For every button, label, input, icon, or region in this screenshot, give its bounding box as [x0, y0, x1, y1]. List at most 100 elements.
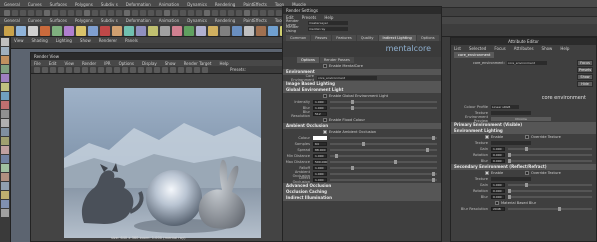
shelf-tool-icon[interactable]	[16, 25, 26, 36]
toolbox-tool-icon[interactable]	[1, 38, 9, 46]
rv-menu-view[interactable]: View	[64, 61, 74, 66]
ao-spread-slider[interactable]	[330, 148, 437, 152]
status-line-icon[interactable]	[76, 9, 82, 16]
ao-colour-slider[interactable]	[330, 136, 437, 140]
toolbox-tool-icon[interactable]	[1, 200, 9, 208]
render-view-tool-icon[interactable]	[170, 66, 176, 73]
shelf-tab-painteffects[interactable]: PaintEffects	[243, 18, 267, 23]
shelf-tab-surfaces[interactable]: Surfaces	[50, 18, 67, 23]
shelf-tool-icon[interactable]	[268, 25, 278, 36]
panel-menu-show[interactable]: Show	[80, 38, 91, 43]
shelf-tool-icon[interactable]	[52, 25, 62, 36]
ae-hide-button[interactable]: Hide	[577, 81, 593, 87]
render-view-tool-icon[interactable]	[178, 66, 184, 73]
lighting-gain-slider[interactable]	[508, 147, 592, 151]
status-line-icon[interactable]	[180, 9, 186, 16]
ao-min-distance-slider[interactable]	[330, 154, 437, 158]
rendered-image[interactable]	[64, 88, 261, 238]
status-line-icon[interactable]	[148, 9, 154, 16]
enable-mentalcore-checkbox[interactable]	[323, 64, 327, 68]
status-line-icon[interactable]	[252, 9, 258, 16]
material-blur-checkbox[interactable]	[495, 201, 499, 205]
toolbox-tool-icon[interactable]	[1, 119, 9, 127]
ao-samples-slider[interactable]	[330, 142, 437, 146]
status-line-icon[interactable]	[4, 9, 10, 16]
render-view-tool-icon[interactable]	[50, 66, 56, 73]
ae-menu-help[interactable]: Help	[560, 46, 569, 51]
ao-max-distance-slider[interactable]	[330, 160, 437, 164]
lighting-override-checkbox[interactable]	[525, 135, 529, 139]
gel-blur-field[interactable]: 1.000	[313, 106, 327, 110]
status-line-icon[interactable]	[20, 9, 26, 16]
panel-menu-lighting[interactable]: Lighting	[56, 38, 72, 43]
shelf-tool-icon[interactable]	[256, 25, 266, 36]
ao-min-distance-field[interactable]: 1.000	[313, 154, 327, 158]
ao-direct-slider[interactable]	[330, 178, 437, 182]
panel-menu-panels[interactable]: Panels	[125, 38, 138, 43]
render-view-tool-icon[interactable]	[202, 66, 208, 73]
status-line-icon[interactable]	[244, 9, 250, 16]
render-view-tool-icon[interactable]	[146, 66, 152, 73]
shelf-tool-icon[interactable]	[76, 25, 86, 36]
menu-polygons[interactable]: Polygons	[75, 2, 93, 7]
gel-blur-slider[interactable]	[330, 106, 437, 110]
toolbox-tool-icon[interactable]	[1, 128, 9, 136]
ae-tab-core-environment[interactable]: core_environment	[454, 52, 495, 58]
render-view-tool-icon[interactable]	[138, 66, 144, 73]
flood-colour-checkbox[interactable]	[323, 118, 327, 122]
rv-menu-ipr[interactable]: IPR	[104, 61, 110, 66]
menu-subdiv-s[interactable]: Subdiv s	[101, 2, 118, 7]
ao-colour-swatch[interactable]	[313, 136, 327, 140]
shelf-tool-icon[interactable]	[160, 25, 170, 36]
secondary-texture-field[interactable]	[491, 177, 531, 181]
render-view-tool-icon[interactable]	[106, 66, 112, 73]
shelf-tab-subdiv-s[interactable]: Subdiv s	[101, 18, 118, 23]
shelf-tool-icon[interactable]	[112, 25, 122, 36]
rv-menu-help[interactable]: Help	[219, 61, 228, 66]
lighting-enable-checkbox[interactable]	[485, 135, 489, 139]
rv-menu-file[interactable]: File	[34, 61, 41, 66]
secondary-blur-field[interactable]: 0.000	[491, 195, 505, 199]
ao-direct-field[interactable]: 1.000	[313, 178, 327, 182]
rs-tab-common[interactable]: Common	[286, 34, 311, 41]
rs-tab-indirect-lighting[interactable]: Indirect Lighting	[378, 34, 416, 41]
status-line-icon[interactable]	[108, 9, 114, 16]
render-layer-select[interactable]: masterLayer	[308, 21, 348, 25]
status-line-icon[interactable]	[132, 9, 138, 16]
shelf-tool-icon[interactable]	[88, 25, 98, 36]
secondary-enable-checkbox[interactable]	[485, 171, 489, 175]
toolbox-tool-icon[interactable]	[1, 137, 9, 145]
shelf-tab-curves[interactable]: Curves	[28, 18, 42, 23]
rs-tab-options[interactable]: Options	[416, 34, 439, 41]
shelf-tab-deformation[interactable]: Deformation	[126, 18, 151, 23]
status-line-icon[interactable]	[140, 9, 146, 16]
shelf-tab-dynamics[interactable]: Dynamics	[187, 18, 207, 23]
lighting-blur-slider[interactable]	[508, 159, 592, 163]
render-view-tool-icon[interactable]	[154, 66, 160, 73]
shelf-tool-icon[interactable]	[136, 25, 146, 36]
status-line-icon[interactable]	[196, 9, 202, 16]
toolbox-tool-icon[interactable]	[1, 110, 9, 118]
status-line-icon[interactable]	[212, 9, 218, 16]
ae-show-button[interactable]: Show	[577, 74, 593, 80]
texture-field[interactable]	[491, 111, 531, 115]
status-line-icon[interactable]	[228, 9, 234, 16]
ae-menu-focus[interactable]: Focus	[494, 46, 505, 51]
toolbox-tool-icon[interactable]	[1, 182, 9, 190]
status-line-icon[interactable]	[236, 9, 242, 16]
ao-falloff-field[interactable]: 1.000	[313, 166, 327, 170]
status-line-icon[interactable]	[164, 9, 170, 16]
gel-blur-res-field[interactable]: 512	[313, 112, 327, 116]
shelf-tool-icon[interactable]	[184, 25, 194, 36]
section-indirect-illumination[interactable]: Indirect Illumination	[283, 195, 441, 201]
status-line-icon[interactable]	[28, 9, 34, 16]
status-line-icon[interactable]	[156, 9, 162, 16]
render-view-tool-icon[interactable]	[42, 66, 48, 73]
secondary-gain-field[interactable]: 1.000	[491, 183, 505, 187]
status-line-icon[interactable]	[116, 9, 122, 16]
ae-presets-button[interactable]: Presets	[577, 67, 593, 73]
menu-general[interactable]: General	[4, 2, 20, 7]
render-view-tool-icon[interactable]	[162, 66, 168, 73]
ae-menu-attributes[interactable]: Attributes	[514, 46, 534, 51]
shelf-tool-icon[interactable]	[28, 25, 38, 36]
